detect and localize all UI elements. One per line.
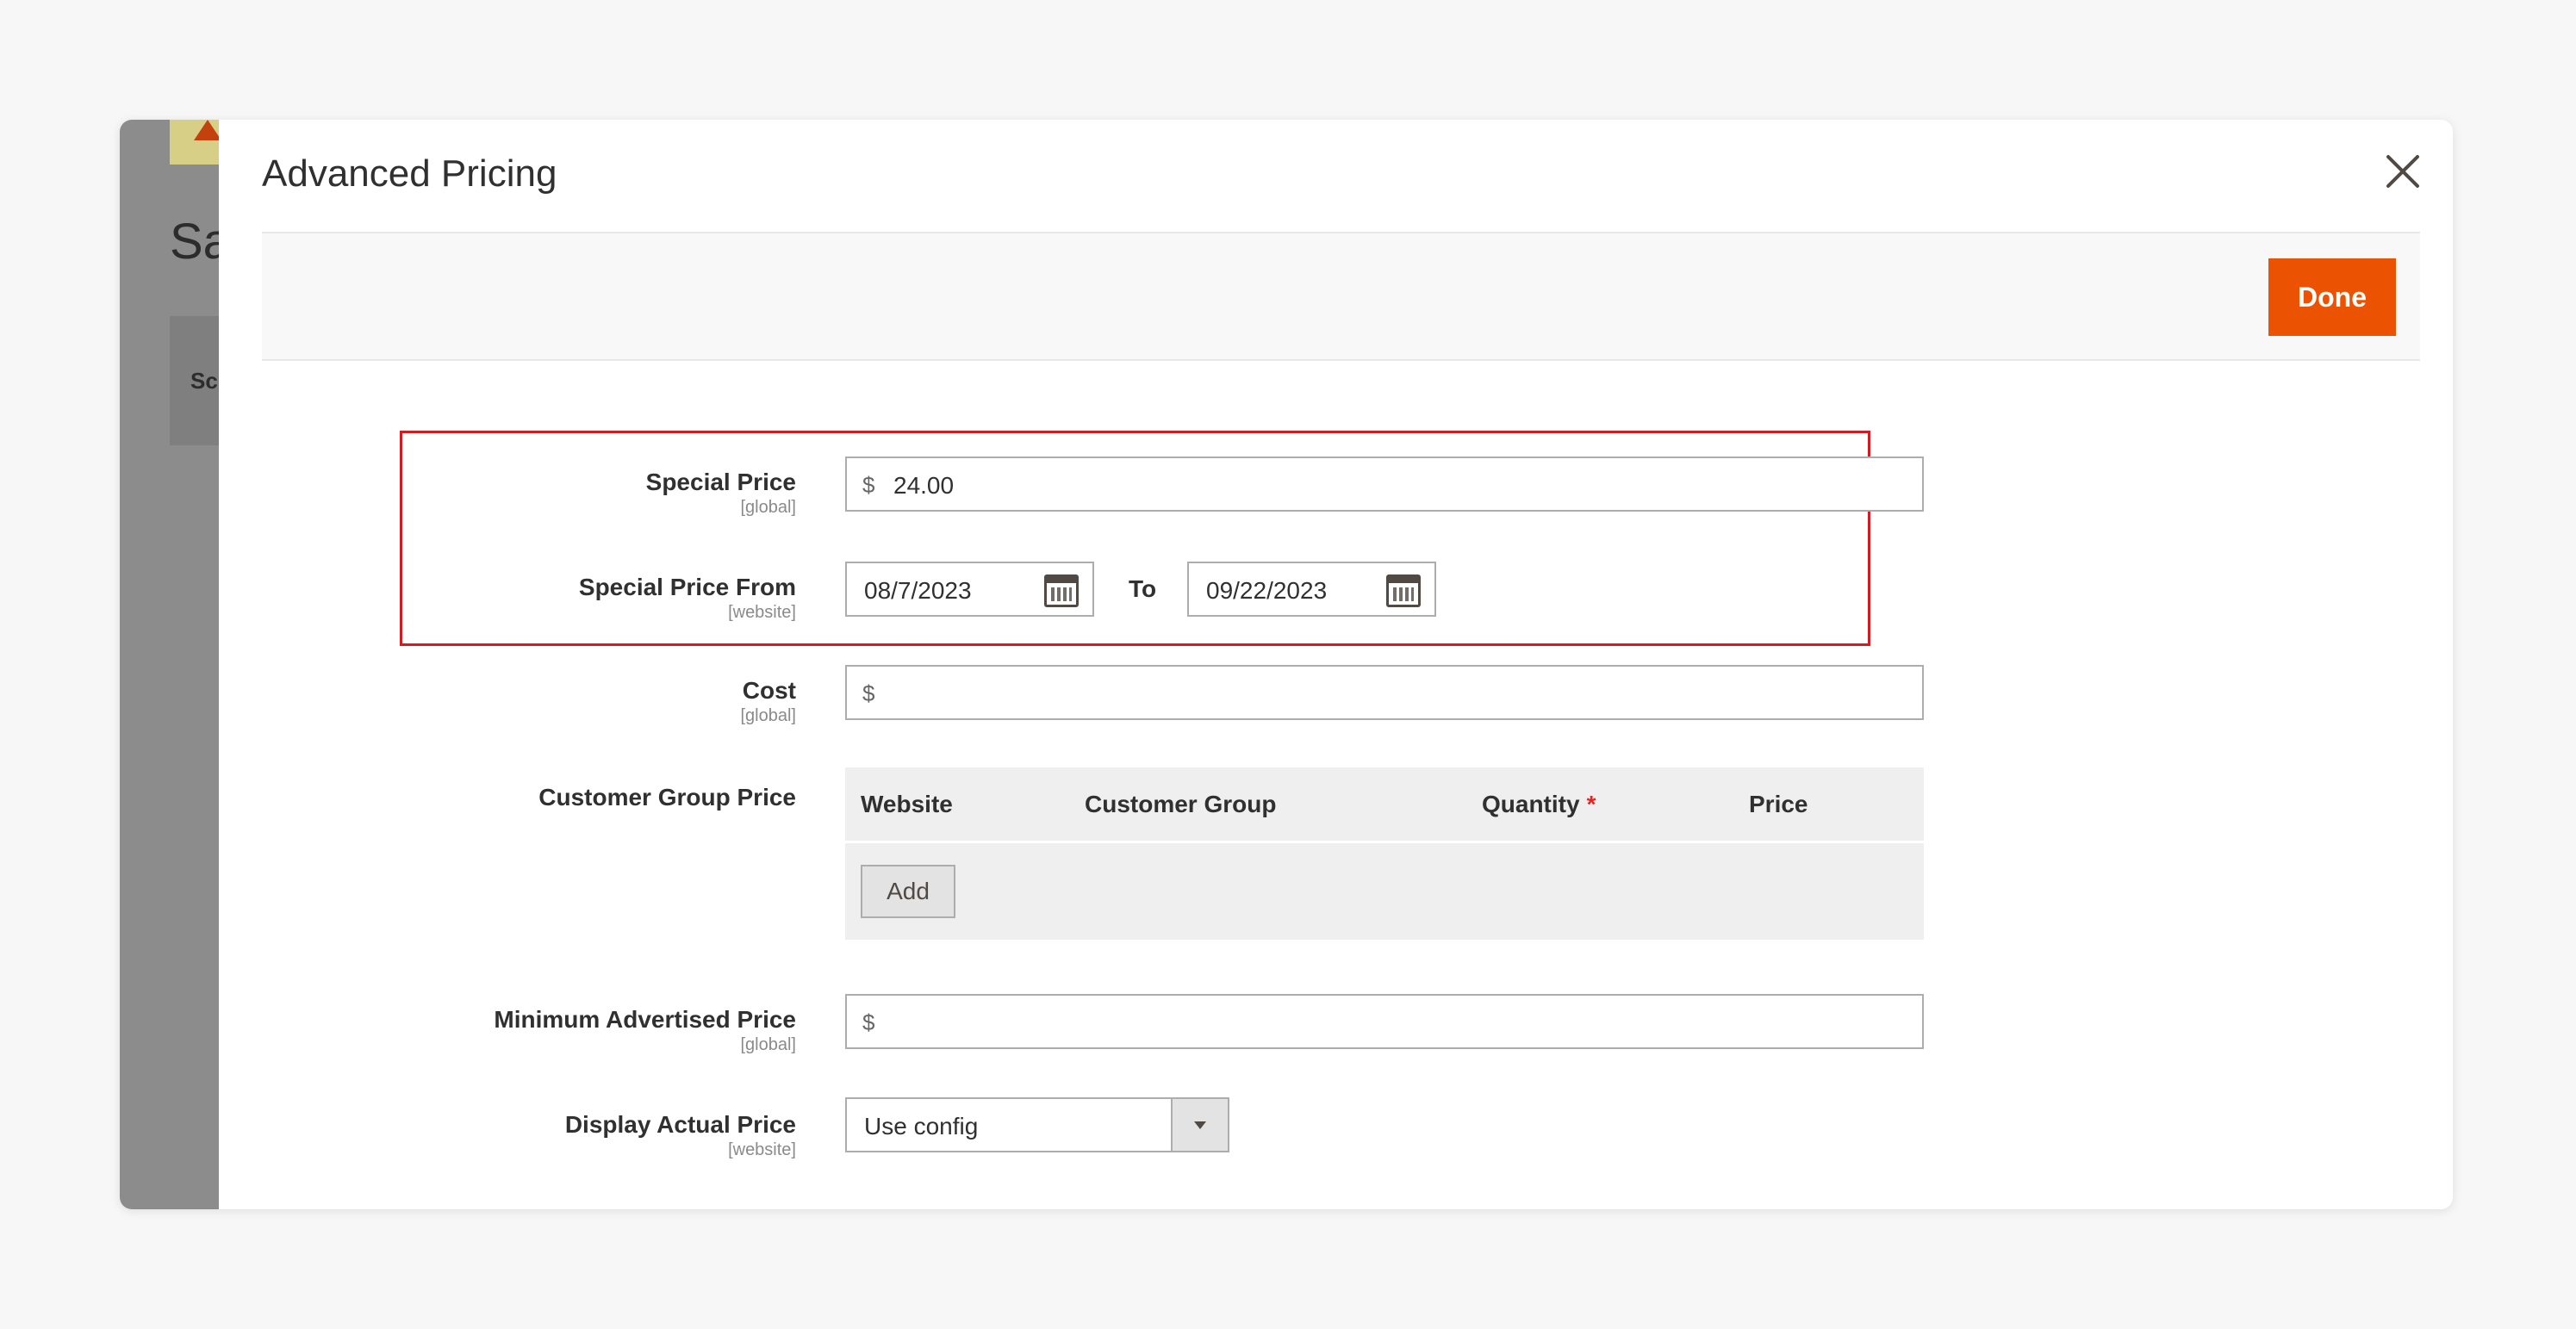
cost-label-text: Cost <box>742 677 796 704</box>
special-price-scope: [global] <box>740 498 797 517</box>
minimum-advertised-price-scope: [global] <box>740 1035 797 1054</box>
customer-group-price-label: Customer Group Price <box>279 784 796 811</box>
modal-title: Advanced Pricing <box>262 152 557 195</box>
modal-action-bar: Done <box>262 232 2420 361</box>
special-price-from-date[interactable]: 08/7/2023 <box>845 562 1094 617</box>
column-quantity-text: Quantity <box>1482 791 1580 817</box>
special-price-value: 24.00 <box>893 472 955 499</box>
dropdown-toggle[interactable] <box>1171 1099 1228 1151</box>
calendar-icon[interactable] <box>1386 574 1421 607</box>
special-price-from-scope: [website] <box>728 603 796 622</box>
customer-group-price-label-text: Customer Group Price <box>538 784 796 810</box>
cost-input[interactable]: $ <box>845 665 1924 720</box>
admin-window: Sa Sc Advanced Pricing Done Special Pric… <box>120 120 2453 1209</box>
background-tab: Sc <box>170 316 219 445</box>
minimum-advertised-price-label: Minimum Advertised Price [global] <box>279 1006 796 1055</box>
add-button[interactable]: Add <box>861 865 955 918</box>
special-price-label-text: Special Price <box>645 469 796 495</box>
special-price-label: Special Price [global] <box>279 469 796 518</box>
customer-group-price-grid: Website Customer Group Quantity * Price A… <box>845 767 1924 940</box>
from-date-value: 08/7/2023 <box>864 577 972 604</box>
minimum-advertised-price-label-text: Minimum Advertised Price <box>494 1006 796 1033</box>
special-price-from-label-text: Special Price From <box>578 574 796 600</box>
to-label: To <box>1129 575 1157 602</box>
cost-scope: [global] <box>740 706 797 725</box>
required-marker: * <box>1586 791 1596 817</box>
background-tab-label: Sc <box>190 368 218 394</box>
column-quantity: Quantity * <box>1482 791 1596 818</box>
page-backdrop: Sa Sc <box>120 120 231 1209</box>
currency-symbol: $ <box>862 680 875 706</box>
special-price-to-date[interactable]: 09/22/2023 <box>1187 562 1436 617</box>
chevron-down-icon <box>1194 1121 1206 1129</box>
warning-banner <box>170 120 221 165</box>
display-actual-price-value: Use config <box>864 1113 979 1140</box>
column-website: Website <box>861 791 953 817</box>
done-button[interactable]: Done <box>2268 258 2396 336</box>
minimum-advertised-price-input[interactable]: $ <box>845 994 1924 1049</box>
advanced-pricing-modal: Advanced Pricing Done Special Price [glo… <box>219 120 2453 1209</box>
column-price: Price <box>1749 791 1808 817</box>
warning-icon <box>194 120 221 140</box>
calendar-icon[interactable] <box>1044 574 1079 607</box>
display-actual-price-label: Display Actual Price [website] <box>279 1111 796 1160</box>
display-actual-price-scope: [website] <box>728 1140 796 1159</box>
display-actual-price-select[interactable]: Use config <box>845 1097 1229 1152</box>
to-date-value: 09/22/2023 <box>1206 577 1328 604</box>
special-price-input[interactable]: $ 24.00 <box>845 456 1924 512</box>
cost-label: Cost [global] <box>279 677 797 726</box>
currency-symbol: $ <box>862 472 875 498</box>
close-icon[interactable] <box>2379 147 2427 196</box>
grid-header: Website Customer Group Quantity * Price <box>845 767 1924 843</box>
special-price-from-label: Special Price From [website] <box>279 574 796 623</box>
display-actual-price-label-text: Display Actual Price <box>564 1111 796 1138</box>
column-customer-group: Customer Group <box>1085 791 1277 817</box>
currency-symbol: $ <box>862 1009 875 1035</box>
